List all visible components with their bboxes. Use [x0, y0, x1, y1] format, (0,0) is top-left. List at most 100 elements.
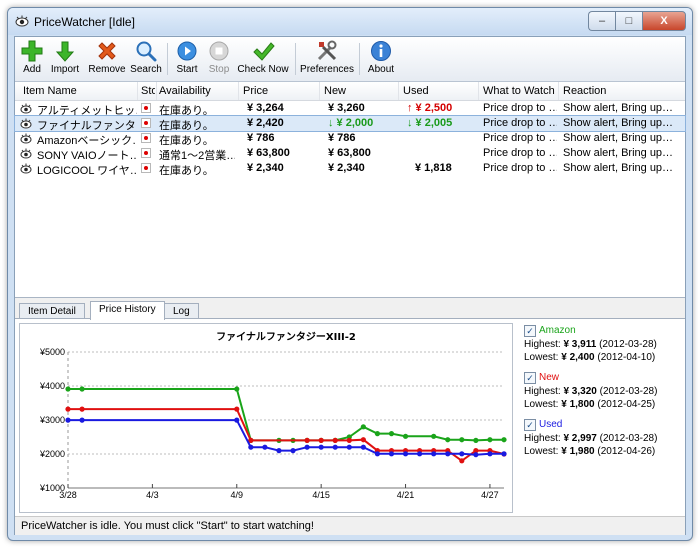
highest-label: Highest:: [524, 339, 561, 350]
item-name: LOGICOOL ワイヤ…: [37, 165, 137, 177]
column-reaction[interactable]: Reaction: [563, 85, 673, 97]
column-stock[interactable]: Sto: [141, 85, 155, 97]
remove-icon: [98, 42, 116, 60]
import-button[interactable]: Import: [47, 39, 83, 79]
close-button[interactable]: X: [642, 11, 686, 31]
highest-value: ¥ 3,911: [563, 339, 597, 350]
legend-amazon-lowest: Lowest: ¥ 2,400 (2012-04-10): [524, 352, 655, 363]
item-list[interactable]: Item Name Sto Availability Price New Use…: [14, 82, 686, 298]
data-point-used: [388, 451, 395, 457]
remove-button[interactable]: Remove: [87, 39, 127, 79]
column-price[interactable]: Price: [243, 85, 313, 97]
legend-amazon-name: Amazon: [539, 325, 576, 336]
used-checkbox[interactable]: ✓: [524, 419, 536, 431]
list-header: Item Name Sto Availability Price New Use…: [15, 82, 685, 101]
tools-icon: [317, 40, 337, 61]
used-price: ¥ 1,818: [415, 162, 452, 174]
start-button[interactable]: Start: [172, 39, 202, 79]
chart-svg: ファイナルファンタジーXIII-2¥1000¥2000¥3000¥4000¥50…: [39, 331, 507, 500]
new-price: ¥ 786: [328, 132, 356, 144]
tab-log[interactable]: Log: [164, 303, 199, 319]
maximize-button[interactable]: □: [615, 11, 642, 31]
stop-button[interactable]: Stop: [205, 39, 233, 79]
start-label: Start: [176, 64, 198, 75]
data-point-amazon: [79, 386, 85, 392]
data-point-used: [459, 451, 465, 457]
lowest-date: (2012-04-26): [597, 446, 656, 457]
what-to-watch: Price drop to …: [483, 117, 557, 129]
eye-icon: [20, 103, 32, 114]
list-row[interactable]: Amazonベーシック… 在庫あり。 ¥ 786 ¥ 786 Price dro…: [15, 131, 685, 147]
price: ¥ 2,340: [247, 162, 284, 174]
window-title: PriceWatcher [Idle]: [34, 15, 135, 29]
reaction: Show alert, Bring up…: [563, 132, 674, 144]
column-availability[interactable]: Availability: [159, 85, 231, 97]
data-point-used: [332, 444, 338, 450]
tab-item-detail[interactable]: Item Detail: [19, 303, 85, 319]
data-point-new: [346, 437, 352, 443]
preferences-label: Preferences: [300, 64, 354, 75]
stock-indicator: [141, 133, 151, 143]
lowest-value: ¥ 1,980: [561, 446, 595, 457]
start-icon: [177, 41, 197, 61]
data-point-new: [318, 437, 324, 443]
x-tick-label: 4/21: [397, 490, 415, 500]
lowest-label: Lowest:: [524, 399, 559, 410]
list-row[interactable]: アルティメットヒッ… 在庫あり。 ¥ 3,264 ¥ 3,260 ↑ ¥ 2,5…: [15, 101, 685, 117]
column-used[interactable]: Used: [403, 85, 473, 97]
lowest-value: ¥ 1,800: [561, 399, 595, 410]
tab-price-history[interactable]: Price History: [90, 301, 165, 320]
y-tick-label: ¥4000: [39, 381, 65, 391]
add-icon: [21, 40, 43, 62]
stock-indicator: [141, 148, 151, 158]
preferences-button[interactable]: Preferences: [299, 39, 355, 79]
toolbar: Add Import Remove Search Start Stop Chec…: [15, 37, 685, 82]
column-what-to-watch[interactable]: What to Watch: [483, 85, 557, 97]
x-tick-label: 4/27: [481, 490, 499, 500]
detail-tabs: Item Detail Price History Log: [15, 301, 685, 320]
eye-icon: [20, 118, 32, 129]
eye-icon: [20, 148, 32, 159]
list-row-selected[interactable]: ファイナルファンタ… 在庫あり。 ¥ 2,420 ↓ ¥ 2,000 ↓ ¥ 2…: [14, 115, 686, 132]
about-button[interactable]: About: [365, 39, 397, 79]
data-point-new: [79, 406, 85, 412]
used-price: ↑ ¥ 2,500: [407, 102, 453, 114]
data-point-amazon: [459, 437, 465, 443]
search-icon: [136, 41, 157, 62]
new-price: ¥ 2,340: [328, 162, 365, 174]
used-price: ↓ ¥ 2,005: [407, 117, 453, 129]
data-point-amazon: [374, 431, 381, 437]
data-point-used: [374, 451, 381, 457]
availability: 在庫あり。: [159, 165, 214, 177]
check-now-button[interactable]: Check Now: [237, 39, 289, 79]
lowest-date: (2012-04-25): [597, 399, 656, 410]
new-checkbox[interactable]: ✓: [524, 372, 536, 384]
legend-new-name: New: [539, 372, 560, 383]
title-bar[interactable]: PriceWatcher [Idle] – □ X: [8, 8, 692, 35]
minimize-button[interactable]: –: [588, 11, 615, 31]
eye-icon: [20, 163, 32, 174]
data-point-used: [304, 444, 310, 450]
chart-title: ファイナルファンタジーXIII-2: [216, 331, 356, 343]
checkmark-icon: [253, 42, 275, 61]
what-to-watch: Price drop to …: [483, 147, 557, 159]
data-point-amazon: [234, 386, 240, 392]
column-item-name[interactable]: Item Name: [23, 85, 133, 97]
data-point-new: [65, 406, 71, 412]
legend-used-lowest: Lowest: ¥ 1,980 (2012-04-26): [524, 446, 655, 457]
add-button[interactable]: Add: [19, 39, 45, 79]
highest-label: Highest:: [524, 433, 561, 444]
list-row[interactable]: SONY VAIOノート… 通常1～2営業… ¥ 63,800 ¥ 63,800…: [15, 146, 685, 162]
x-tick-label: 3/28: [59, 490, 77, 500]
stop-label: Stop: [208, 64, 230, 75]
column-new[interactable]: New: [324, 85, 394, 97]
list-row[interactable]: LOGICOOL ワイヤ… 在庫あり。 ¥ 2,340 ¥ 2,340 ¥ 1,…: [15, 161, 685, 177]
legend-used-name: Used: [539, 419, 563, 430]
price: ¥ 63,800: [247, 147, 290, 159]
data-point-new: [304, 437, 310, 443]
search-button[interactable]: Search: [129, 39, 163, 79]
amazon-checkbox[interactable]: ✓: [524, 325, 536, 337]
reaction: Show alert, Bring up…: [563, 117, 674, 129]
y-tick-label: ¥3000: [39, 415, 65, 425]
highest-date: (2012-03-28): [599, 433, 658, 444]
